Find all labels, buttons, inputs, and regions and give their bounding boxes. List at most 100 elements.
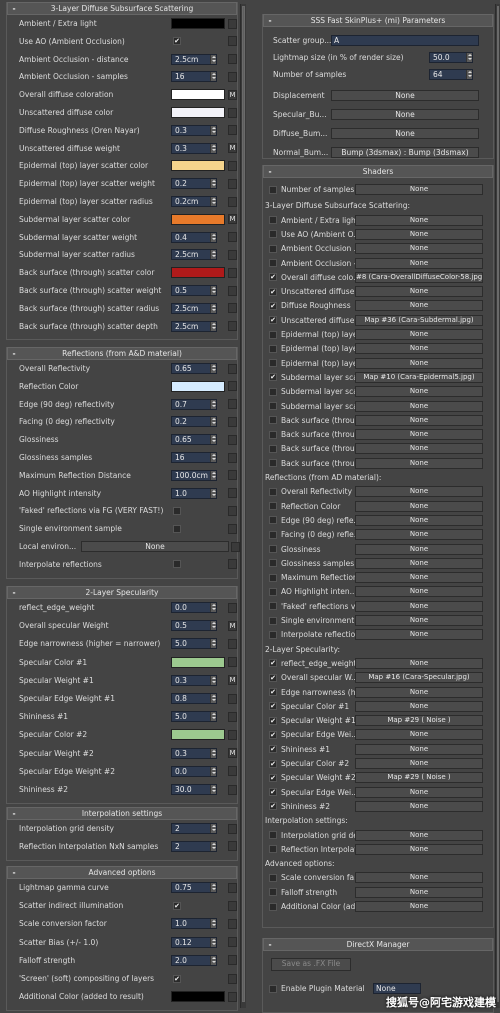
map-slot-button[interactable] — [228, 488, 237, 499]
rollout-header-adv[interactable]: - Advanced options — [7, 866, 237, 879]
map-slot-button[interactable] — [228, 559, 237, 570]
map-slot-button[interactable] — [228, 452, 237, 463]
map-button[interactable]: None — [355, 329, 483, 340]
spinner-arrows-icon[interactable] — [210, 125, 216, 135]
right-scrollbar-thumb[interactable] — [497, 6, 499, 1002]
checkbox[interactable] — [269, 230, 277, 239]
checkbox[interactable]: ✔ — [173, 974, 181, 983]
map-button[interactable]: None — [355, 901, 483, 912]
spinner-arrows-icon[interactable] — [210, 286, 216, 295]
checkbox[interactable]: ✔ — [173, 901, 181, 910]
map-indicator[interactable]: M — [228, 749, 237, 757]
map-indicator[interactable]: M — [228, 676, 237, 684]
checkbox[interactable] — [269, 487, 277, 496]
map-slot-button[interactable] — [228, 523, 237, 534]
color-swatch[interactable] — [171, 656, 225, 668]
map-button[interactable]: None — [355, 400, 483, 412]
left-scrollbar[interactable] — [240, 4, 246, 1008]
checkbox[interactable] — [269, 873, 277, 882]
rollout-parameters-header[interactable]: - SSS Fast SkinPlus+ (mi) Parameters — [263, 14, 493, 27]
map-slot-button[interactable] — [228, 434, 237, 445]
map-slot-button[interactable] — [228, 36, 237, 47]
checkbox[interactable] — [173, 524, 181, 533]
value-spinner[interactable]: 0.3 — [171, 674, 217, 686]
checkbox[interactable] — [269, 259, 277, 267]
spinner-arrows-icon[interactable] — [210, 197, 216, 206]
value-spinner[interactable]: 0.12 — [171, 936, 217, 948]
checkbox[interactable] — [269, 344, 277, 353]
checkbox[interactable]: ✔ — [269, 788, 277, 797]
checkbox[interactable]: ✔ — [269, 659, 277, 668]
checkbox[interactable]: ✔ — [269, 287, 277, 296]
value-spinner[interactable]: 16 — [171, 71, 217, 83]
rollout-header-refl[interactable]: - Reflections (from A&D material) — [7, 347, 237, 360]
checkbox[interactable] — [269, 359, 277, 368]
map-button[interactable]: Map #29 ( Noise ) — [355, 772, 483, 784]
checkbox[interactable] — [269, 459, 277, 468]
spinner-arrows-icon[interactable] — [210, 232, 216, 242]
value-spinner[interactable]: 2.5cm — [171, 320, 217, 332]
checkbox[interactable]: ✔ — [269, 716, 277, 725]
map-button[interactable]: None — [331, 90, 479, 101]
map-button[interactable]: None — [355, 429, 483, 441]
map-slot-button[interactable] — [228, 766, 237, 777]
map-button[interactable]: None — [355, 357, 483, 369]
map-slot-button[interactable] — [228, 973, 237, 984]
spinner-arrows-icon[interactable] — [210, 321, 216, 331]
spinner-arrows-icon[interactable] — [210, 785, 216, 794]
map-button[interactable]: None — [331, 128, 479, 139]
checkbox[interactable] — [269, 444, 277, 453]
map-slot-button[interactable] — [228, 729, 237, 740]
checkbox[interactable]: ✔ — [269, 301, 277, 310]
value-spinner[interactable]: 50.0 — [429, 52, 473, 63]
value-spinner[interactable]: 0.3 — [171, 142, 217, 154]
value-spinner[interactable]: 2.5cm — [171, 302, 217, 314]
map-button[interactable]: None — [355, 300, 483, 312]
color-swatch[interactable] — [171, 729, 225, 741]
value-spinner[interactable]: 1.0 — [171, 918, 217, 930]
checkbox[interactable] — [269, 559, 277, 568]
map-button[interactable]: None — [355, 414, 483, 426]
map-button[interactable]: Map #10 (Cara-Epidermal5.jpg) — [355, 371, 483, 383]
color-swatch[interactable] — [171, 991, 225, 1003]
checkbox[interactable] — [269, 402, 277, 410]
color-swatch[interactable] — [171, 89, 225, 101]
map-slot-button[interactable] — [228, 160, 237, 171]
color-swatch[interactable] — [171, 213, 225, 225]
map-slot-button[interactable] — [228, 107, 237, 118]
spinner-arrows-icon[interactable] — [210, 417, 216, 427]
spinner-arrows-icon[interactable] — [210, 621, 216, 631]
checkbox[interactable] — [269, 430, 277, 439]
map-button[interactable]: None — [355, 743, 483, 755]
left-scrollbar-thumb[interactable] — [242, 6, 245, 1002]
enable-plugin-checkbox[interactable] — [269, 984, 277, 993]
value-spinner[interactable]: 0.0 — [171, 765, 217, 777]
spinner-arrows-icon[interactable] — [210, 488, 216, 498]
spinner-arrows-icon[interactable] — [210, 694, 216, 703]
map-button[interactable]: None — [355, 800, 483, 812]
checkbox[interactable] — [269, 616, 277, 625]
map-slot-button[interactable] — [228, 18, 237, 29]
spinner-arrows-icon[interactable] — [210, 179, 216, 189]
checkbox[interactable] — [269, 845, 277, 854]
value-spinner[interactable]: 0.75 — [171, 882, 217, 893]
spinner-arrows-icon[interactable] — [210, 453, 216, 462]
color-swatch[interactable] — [171, 18, 225, 29]
spinner-arrows-icon[interactable] — [210, 919, 216, 929]
map-slot-button[interactable] — [228, 321, 237, 332]
map-slot-button[interactable] — [228, 900, 237, 911]
map-slot-button[interactable] — [228, 416, 237, 427]
map-button[interactable]: None — [355, 686, 483, 698]
value-spinner[interactable]: 64 — [429, 69, 473, 80]
spinner-arrows-icon[interactable] — [210, 143, 216, 153]
map-indicator[interactable]: M — [228, 215, 237, 223]
spinner-arrows-icon[interactable] — [210, 955, 216, 965]
map-slot-button[interactable] — [228, 991, 237, 1002]
map-button[interactable]: None — [355, 657, 483, 669]
spinner-arrows-icon[interactable] — [210, 766, 216, 776]
value-spinner[interactable]: 100.0cm — [171, 469, 217, 481]
checkbox[interactable] — [269, 573, 277, 582]
map-slot-button[interactable] — [228, 267, 237, 278]
material-dropdown[interactable]: None — [373, 983, 421, 994]
value-spinner[interactable]: 30.0 — [171, 784, 217, 795]
